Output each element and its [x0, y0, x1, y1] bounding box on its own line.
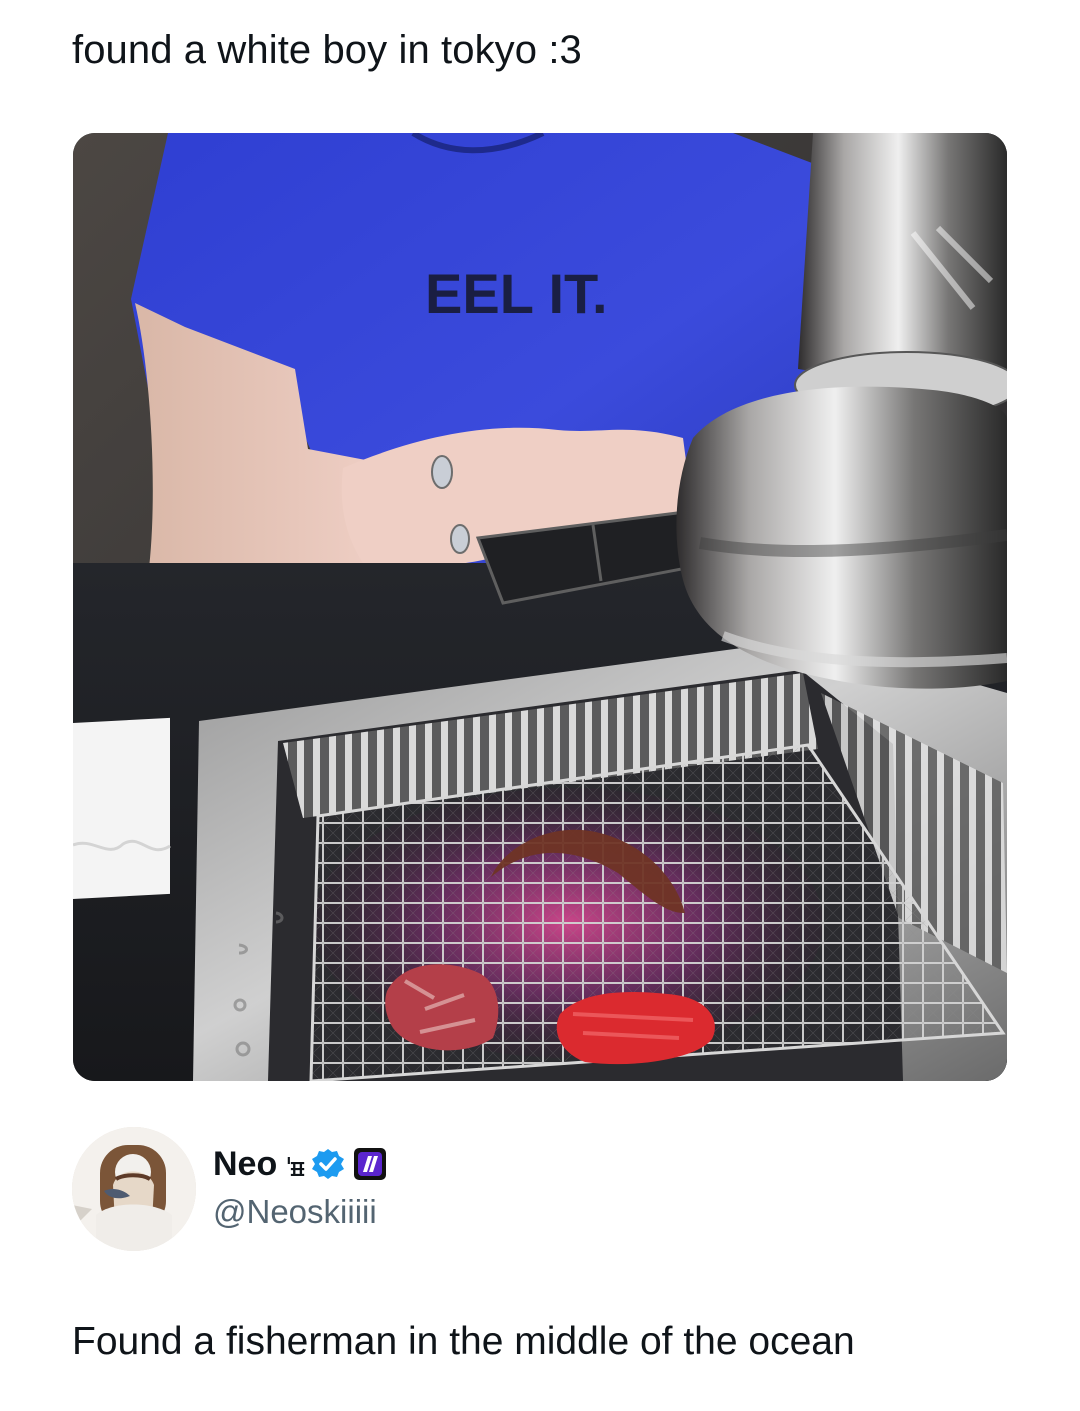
post-photo[interactable]: EEL IT. [73, 133, 1007, 1081]
photo-scene: EEL IT. [73, 133, 1007, 1081]
author-row[interactable]: Neo 'ᵻᵻ @Neoskiiiii [72, 1127, 1008, 1251]
avatar[interactable] [72, 1127, 196, 1251]
name-decoration: 'ᵻᵻ [285, 1153, 306, 1183]
username[interactable]: @Neoskiiiii [213, 1189, 377, 1235]
post-caption: found a white boy in tokyo :3 [72, 28, 582, 72]
affiliate-badge-icon [353, 1147, 387, 1181]
quote-text: Found a fisherman in the middle of the o… [72, 1320, 855, 1363]
svg-text:EEL IT.: EEL IT. [425, 262, 608, 325]
verified-badge-icon [311, 1147, 345, 1181]
profile-photo [72, 1127, 196, 1251]
display-name[interactable]: Neo [213, 1141, 277, 1187]
display-name-group[interactable]: Neo 'ᵻᵻ [213, 1141, 387, 1187]
